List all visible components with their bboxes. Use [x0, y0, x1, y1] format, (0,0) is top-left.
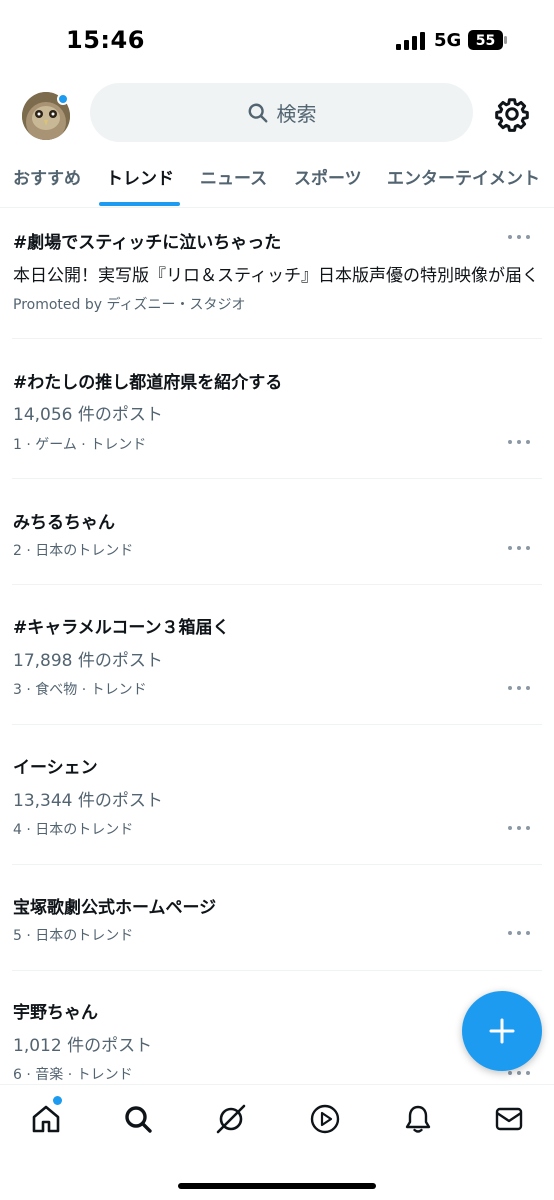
trend-meta: 6 · 音楽 · トレンド: [13, 1067, 133, 1083]
compose-post-button[interactable]: [462, 991, 542, 1071]
more-options-icon[interactable]: [508, 235, 530, 241]
search-icon: [248, 103, 267, 122]
tab-trending[interactable]: トレンド: [106, 164, 174, 189]
search-input[interactable]: 検索: [90, 83, 473, 142]
plus-icon: [489, 1018, 515, 1044]
tab-recommended[interactable]: おすすめ: [13, 164, 81, 189]
nav-video[interactable]: [305, 1099, 345, 1139]
home-indicator: [178, 1183, 376, 1189]
trend-meta: 3 · 食べ物 · トレンド: [13, 682, 147, 698]
nav-notifications[interactable]: [398, 1099, 438, 1139]
search-placeholder: 検索: [276, 102, 317, 126]
trend-title: 宇野ちゃん: [13, 1003, 98, 1023]
trend-item[interactable]: #わたしの推し都道府県を紹介する 14,056 件のポスト 1 · ゲーム · …: [0, 339, 554, 479]
nav-grok[interactable]: [211, 1099, 251, 1139]
active-tab-indicator: [99, 202, 180, 206]
trend-title: 宝塚歌劇公式ホームページ: [13, 898, 217, 918]
play-icon: [310, 1104, 340, 1134]
status-bar: 15:46 5G 55: [0, 0, 554, 80]
trend-item[interactable]: 宝塚歌劇公式ホームページ 5 · 日本のトレンド: [0, 865, 554, 971]
trend-item[interactable]: みちるちゃん 2 · 日本のトレンド: [0, 479, 554, 585]
nav-messages[interactable]: [489, 1099, 529, 1139]
nav-explore[interactable]: [118, 1099, 158, 1139]
more-options-icon[interactable]: [508, 1071, 530, 1077]
more-options-icon[interactable]: [508, 546, 530, 552]
notification-dot: [57, 93, 69, 105]
trend-post-count: 17,898 件のポスト: [13, 651, 163, 671]
search-icon: [125, 1106, 152, 1133]
home-icon: [32, 1105, 60, 1133]
battery-level: 55: [476, 33, 495, 49]
trend-item[interactable]: イーシェン 13,344 件のポスト 4 · 日本のトレンド: [0, 725, 554, 865]
trend-item[interactable]: #キャラメルコーン３箱届く 17,898 件のポスト 3 · 食べ物 · トレン…: [0, 585, 554, 725]
trend-title: #わたしの推し都道府県を紹介する: [13, 373, 283, 393]
trend-title: #劇場でスティッチに泣いちゃった: [13, 233, 282, 253]
trend-post-count: 14,056 件のポスト: [13, 405, 163, 425]
network-type: 5G: [434, 30, 462, 51]
bell-icon: [405, 1105, 431, 1133]
grok-icon: [216, 1104, 246, 1134]
more-options-icon[interactable]: [508, 826, 530, 832]
trend-description: 本日公開！実写版『リロ＆スティッチ』日本版声優の特別映像が届く: [13, 266, 539, 286]
trend-meta: 1 · ゲーム · トレンド: [13, 437, 147, 453]
trend-post-count: 1,012 件のポスト: [13, 1036, 153, 1056]
trend-title: #キャラメルコーン３箱届く: [13, 618, 230, 638]
more-options-icon[interactable]: [508, 931, 530, 937]
tab-entertainment[interactable]: エンターテイメント: [387, 164, 540, 189]
signal-icon: [396, 32, 425, 50]
trend-meta: 2 · 日本のトレンド: [13, 543, 134, 559]
trend-meta: 5 · 日本のトレンド: [13, 928, 134, 944]
nav-home[interactable]: [26, 1099, 66, 1139]
more-options-icon[interactable]: [508, 686, 530, 692]
trend-title: イーシェン: [13, 758, 98, 778]
tab-bar: おすすめ トレンド ニュース スポーツ エンターテイメント: [0, 150, 554, 208]
tab-news[interactable]: ニュース: [200, 164, 267, 189]
trend-meta: 4 · 日本のトレンド: [13, 822, 134, 838]
gear-icon[interactable]: [494, 96, 530, 132]
more-options-icon[interactable]: [508, 440, 530, 446]
trend-title: みちるちゃん: [13, 513, 115, 533]
mail-icon: [495, 1107, 523, 1131]
promoted-by-label: Promoted by ディズニー・スタジオ: [13, 297, 246, 313]
trend-item-promoted[interactable]: #劇場でスティッチに泣いちゃった 本日公開！実写版『リロ＆スティッチ』日本版声優…: [0, 208, 554, 339]
tab-sports[interactable]: スポーツ: [294, 164, 362, 189]
clock-time: 15:46: [66, 26, 145, 54]
home-notification-dot: [53, 1096, 62, 1105]
trend-post-count: 13,344 件のポスト: [13, 791, 163, 811]
battery-icon: 55: [468, 30, 507, 50]
